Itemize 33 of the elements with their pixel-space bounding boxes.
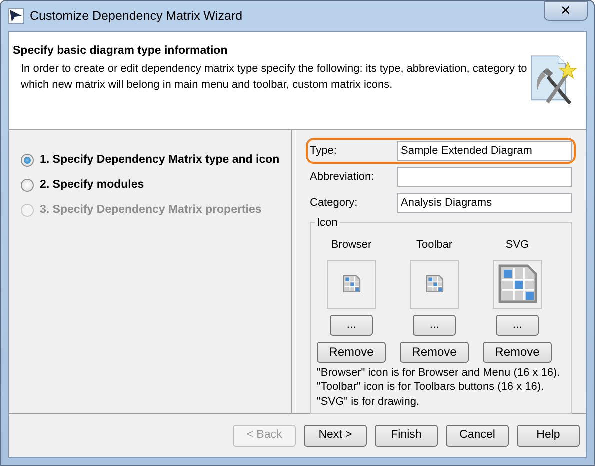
column-label: SVG bbox=[506, 238, 530, 253]
dialog-button[interactable]: Help bbox=[517, 424, 580, 446]
matrix-icon bbox=[342, 275, 360, 293]
remove-button[interactable]: Remove bbox=[317, 342, 386, 362]
field-label: Category: bbox=[310, 196, 359, 211]
note-text: "SVG" is for drawing. bbox=[317, 394, 421, 409]
input-field[interactable] bbox=[397, 167, 572, 187]
dialog-button[interactable]: Finish bbox=[375, 424, 438, 446]
radio-button[interactable] bbox=[21, 154, 34, 167]
window-title: Customize Dependency Matrix Wizard bbox=[30, 8, 243, 25]
remove-button[interactable]: Remove bbox=[483, 342, 552, 362]
step-label[interactable]: 2. Specify modules bbox=[40, 176, 144, 194]
browse-button[interactable]: ... bbox=[413, 314, 456, 336]
input-field[interactable]: Sample Extended Diagram bbox=[397, 141, 572, 161]
column-label: Toolbar bbox=[416, 238, 453, 253]
browse-button[interactable]: ... bbox=[330, 314, 373, 336]
dialog-button[interactable]: Next > bbox=[304, 424, 367, 446]
field-label: Abbreviation: bbox=[310, 170, 376, 185]
radio-button[interactable] bbox=[21, 179, 34, 192]
app-logo-icon bbox=[8, 8, 24, 24]
field-label: Type: bbox=[310, 144, 338, 159]
note-text: "Browser" icon is for Browser and Menu (16 x 16). bbox=[317, 366, 562, 380]
dialog-button[interactable]: Cancel bbox=[446, 424, 509, 446]
matrix-icon bbox=[426, 275, 444, 293]
browse-button[interactable]: ... bbox=[496, 314, 539, 336]
note-text: "Toolbar" icon is for Toolbars buttons (16 x 16). bbox=[317, 380, 546, 394]
header-title: Specify basic diagram type information bbox=[13, 44, 229, 59]
column-label: Browser bbox=[331, 238, 372, 253]
input-field[interactable]: Analysis Diagrams bbox=[397, 193, 572, 213]
header-description: In order to create or edit dependency matrix type specify the following: its type, abbreviation, category to which new matrix will belong in main menu and toolbar, custom matrix icons. bbox=[20, 62, 528, 94]
close-button[interactable]: ✕ bbox=[544, 1, 588, 21]
step-label[interactable]: 1. Specify Dependency Matrix type and icon bbox=[40, 152, 280, 170]
remove-button[interactable]: Remove bbox=[400, 342, 469, 362]
